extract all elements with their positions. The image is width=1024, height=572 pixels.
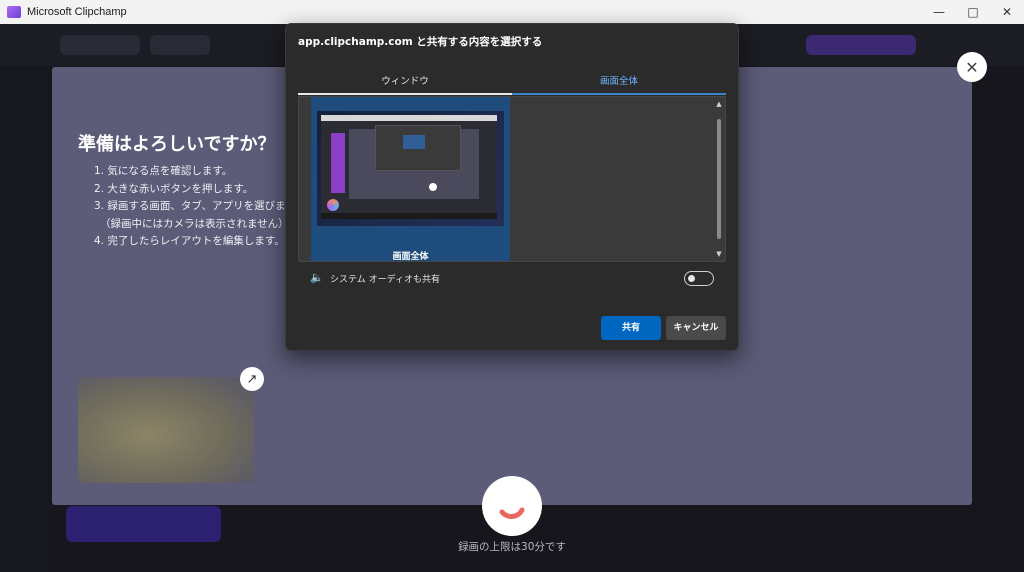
window-controls: — □ ✕ (922, 0, 1024, 24)
tab-window[interactable]: ウィンドウ (298, 73, 512, 95)
screen-options-list: 画面全体 ▲ ▼ (298, 96, 726, 262)
entire-screen-option[interactable]: 画面全体 (311, 97, 510, 262)
close-icon[interactable]: ✕ (990, 0, 1024, 24)
chevron-down-icon[interactable]: ▼ (714, 248, 724, 260)
speaker-icon: 🔈 (310, 271, 324, 284)
instruction-list: 1. 気になる点を確認します。 2. 大きな赤いボタンを押します。 3. 録画す… (94, 163, 306, 251)
entire-screen-label: 画面全体 (392, 252, 429, 262)
close-recorder-button[interactable]: ✕ (957, 52, 987, 82)
screen-thumbnail (317, 111, 504, 226)
chevron-up-icon[interactable]: ▲ (714, 98, 724, 110)
share-tabs: ウィンドウ 画面全体 (298, 73, 726, 95)
title-bar: Microsoft Clipchamp — □ ✕ (0, 0, 1024, 24)
dialog-title: app.clipchamp.com と共有する内容を選択する (298, 36, 543, 48)
background-tab (150, 35, 210, 55)
instruction-step: 1. 気になる点を確認します。 (94, 165, 233, 177)
instruction-step: 3. 録画する画面、タブ、アプリを選びます。 (94, 200, 306, 212)
instruction-step: 2. 大きな赤いボタンを押します。 (94, 182, 254, 195)
system-audio-toggle[interactable] (684, 271, 714, 286)
instruction-note: （録画中にはカメラは表示されません） (100, 217, 289, 230)
system-audio-row: 🔈 システム オーディオも共有 (310, 271, 714, 287)
background-bottom-button (66, 506, 221, 542)
share-button[interactable]: 共有 (601, 316, 661, 340)
background-export-button (806, 35, 916, 55)
maximize-icon[interactable]: □ (956, 0, 990, 24)
record-button[interactable] (482, 476, 542, 536)
background-tab (60, 35, 140, 55)
instruction-step: 4. 完了したらレイアウトを編集します。 (94, 235, 285, 247)
tab-entire-screen[interactable]: 画面全体 (512, 73, 726, 95)
system-audio-label: システム オーディオも共有 (330, 275, 440, 285)
record-arc-icon (499, 507, 525, 519)
scrollbar-thumb[interactable] (717, 119, 721, 239)
expand-camera-icon[interactable]: ↗ (240, 367, 264, 391)
cancel-button[interactable]: キャンセル (666, 316, 726, 340)
camera-preview[interactable] (78, 377, 254, 483)
options-scrollbar[interactable]: ▲ ▼ (714, 97, 724, 261)
ready-heading: 準備はよろしいですか？ (78, 134, 276, 155)
clipchamp-app-icon (7, 6, 21, 18)
window-title: Microsoft Clipchamp (27, 6, 127, 18)
background-sidebar (0, 66, 52, 572)
minimize-icon[interactable]: — (922, 0, 956, 24)
share-dialog: app.clipchamp.com と共有する内容を選択する ウィンドウ 画面全… (285, 23, 739, 351)
toggle-knob (688, 275, 695, 282)
recording-limit-text: 録画の上限は30分です (458, 541, 566, 553)
